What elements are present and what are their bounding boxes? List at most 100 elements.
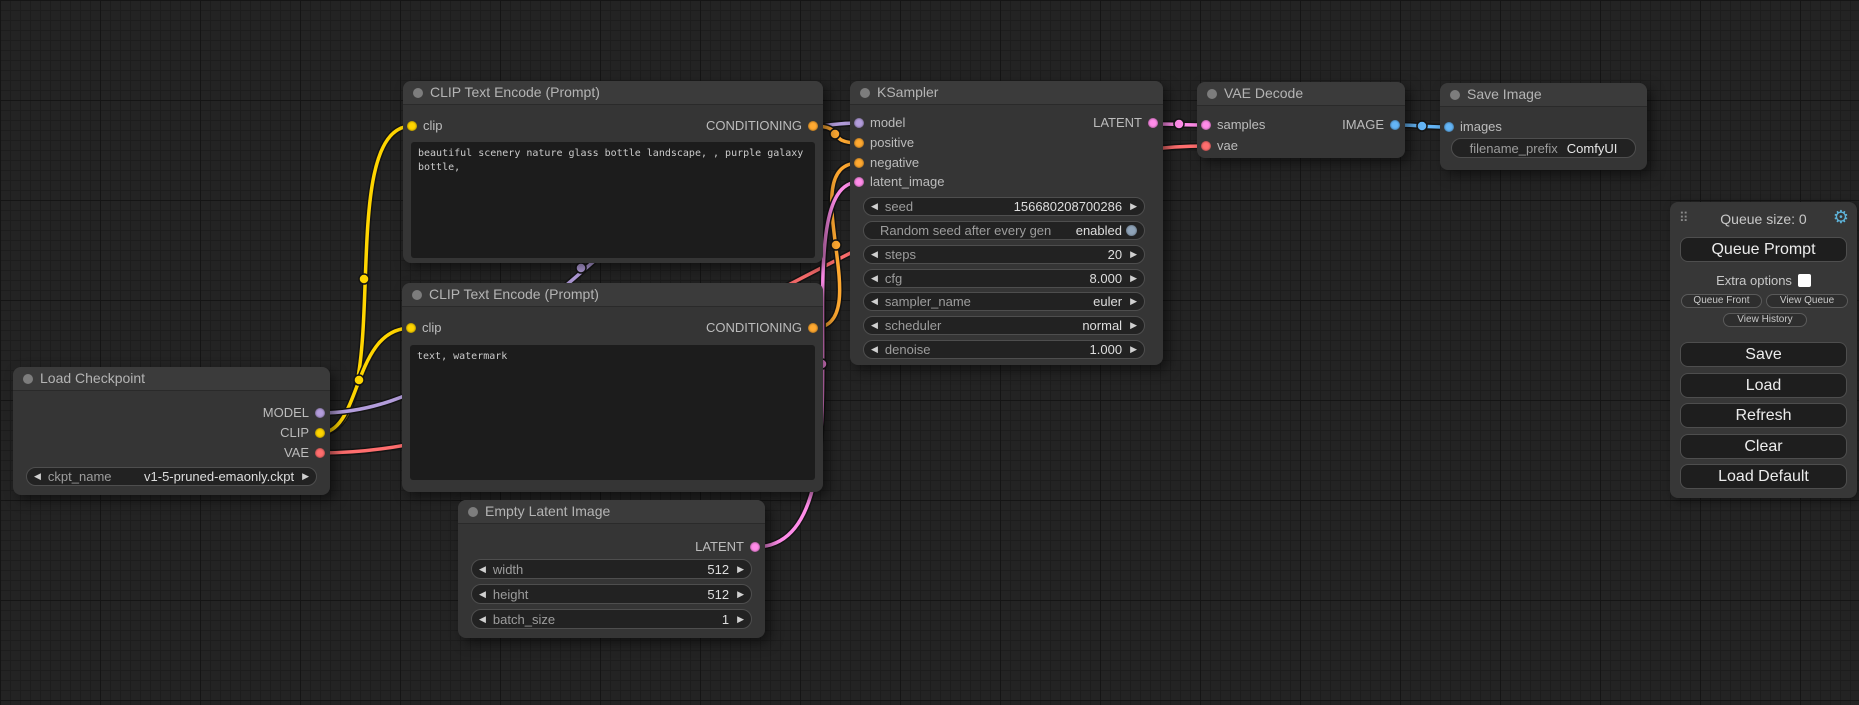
node-save-image[interactable]: Save Image images filename_prefix ComfyU… [1440, 83, 1647, 170]
extra-options-checkbox[interactable] [1798, 274, 1811, 287]
clip-input-port[interactable] [407, 121, 417, 131]
samples-input-port[interactable] [1201, 120, 1211, 130]
collapse-dot-icon[interactable] [468, 507, 478, 517]
increment-arrow-icon[interactable]: ▶ [1130, 250, 1137, 259]
node-load-checkpoint[interactable]: Load Checkpoint MODEL CLIP VAE ◀ ckpt_na… [13, 367, 330, 495]
cfg-widget[interactable]: ◀ cfg 8.000 ▶ [863, 269, 1145, 288]
latent-output-slot: LATENT [458, 539, 765, 555]
random-seed-toggle-widget[interactable]: Random seed after every gen enabled [863, 221, 1145, 240]
widget-value: v1-5-pruned-emaonly.ckpt [144, 469, 294, 484]
node-title: CLIP Text Encode (Prompt) [402, 283, 823, 307]
filename-prefix-widget[interactable]: filename_prefix ComfyUI [1451, 138, 1636, 158]
steps-widget[interactable]: ◀ steps 20 ▶ [863, 245, 1145, 264]
negative-input-port[interactable] [854, 158, 864, 168]
link-midpoint-dot [1174, 119, 1184, 129]
images-input-port[interactable] [1444, 122, 1454, 132]
decrement-arrow-icon[interactable]: ◀ [479, 565, 486, 574]
decrement-arrow-icon[interactable]: ◀ [479, 615, 486, 624]
decrement-arrow-icon[interactable]: ◀ [871, 274, 878, 283]
collapse-dot-icon[interactable] [413, 88, 423, 98]
load-default-button[interactable]: Load Default [1680, 464, 1847, 489]
collapse-dot-icon[interactable] [412, 290, 422, 300]
collapse-dot-icon[interactable] [1207, 89, 1217, 99]
view-history-button[interactable]: View History [1723, 313, 1807, 327]
link-midpoint-dot [831, 240, 841, 250]
node-graph-canvas[interactable]: Load Checkpoint MODEL CLIP VAE ◀ ckpt_na… [0, 0, 1859, 705]
decrement-arrow-icon[interactable]: ◀ [871, 250, 878, 259]
batch-size-widget[interactable]: ◀ batch_size 1 ▶ [471, 609, 752, 629]
model-output-slot: MODEL [13, 405, 330, 421]
gear-icon[interactable]: ⚙ [1833, 208, 1849, 226]
node-title: VAE Decode [1197, 82, 1405, 106]
collapse-dot-icon[interactable] [1450, 90, 1460, 100]
increment-arrow-icon[interactable]: ▶ [1130, 321, 1137, 330]
queue-panel[interactable]: ⠿ Queue size: 0 ⚙ Queue Prompt Extra opt… [1670, 202, 1857, 498]
ckpt-name-widget[interactable]: ◀ ckpt_name v1-5-pruned-emaonly.ckpt ▶ [26, 467, 317, 486]
sampler-name-widget[interactable]: ◀ sampler_name euler ▶ [863, 292, 1145, 311]
toggle-dot-icon[interactable] [1126, 225, 1137, 236]
widget-label: ckpt_name [48, 469, 112, 484]
model-input-port[interactable] [854, 118, 864, 128]
increment-arrow-icon[interactable]: ▶ [1130, 274, 1137, 283]
width-widget[interactable]: ◀ width 512 ▶ [471, 559, 752, 579]
image-output-port[interactable] [1390, 120, 1400, 130]
node-title: Empty Latent Image [458, 500, 765, 524]
wire-clip-to-negative-prompt [320, 328, 411, 433]
clear-button[interactable]: Clear [1680, 434, 1847, 459]
decrement-arrow-icon[interactable]: ◀ [871, 321, 878, 330]
node-clip-text-encode-negative[interactable]: CLIP Text Encode (Prompt) clip CONDITION… [402, 283, 823, 492]
scheduler-widget[interactable]: ◀ scheduler normal ▶ [863, 316, 1145, 335]
decrement-arrow-icon[interactable]: ◀ [34, 472, 41, 481]
increment-arrow-icon[interactable]: ▶ [302, 472, 309, 481]
refresh-button[interactable]: Refresh [1680, 403, 1847, 428]
increment-arrow-icon[interactable]: ▶ [737, 615, 744, 624]
vae-input-port[interactable] [1201, 141, 1211, 151]
increment-arrow-icon[interactable]: ▶ [737, 565, 744, 574]
decrement-arrow-icon[interactable]: ◀ [871, 202, 878, 211]
save-button[interactable]: Save [1680, 342, 1847, 367]
increment-arrow-icon[interactable]: ▶ [737, 590, 744, 599]
clip-output-port[interactable] [315, 428, 325, 438]
latent-output-port[interactable] [750, 542, 760, 552]
link-midpoint-dot [359, 274, 369, 284]
denoise-widget[interactable]: ◀ denoise 1.000 ▶ [863, 340, 1145, 359]
view-queue-button[interactable]: View Queue [1766, 294, 1848, 308]
latent-image-input-slot: latent_image [850, 174, 1163, 190]
node-clip-text-encode-positive[interactable]: CLIP Text Encode (Prompt) clip CONDITION… [403, 81, 823, 263]
positive-input-port[interactable] [854, 138, 864, 148]
node-empty-latent-image[interactable]: Empty Latent Image LATENT ◀ width 512 ▶ … [458, 500, 765, 638]
seed-widget[interactable]: ◀ seed 156680208700286 ▶ [863, 197, 1145, 216]
collapse-dot-icon[interactable] [23, 374, 33, 384]
samples-input-slot: samples IMAGE [1197, 117, 1405, 133]
clip-slot-row: clip CONDITIONING [402, 320, 823, 336]
model-output-port[interactable] [315, 408, 325, 418]
vae-output-port[interactable] [315, 448, 325, 458]
decrement-arrow-icon[interactable]: ◀ [871, 345, 878, 354]
increment-arrow-icon[interactable]: ▶ [1130, 202, 1137, 211]
conditioning-output-port[interactable] [808, 323, 818, 333]
collapse-dot-icon[interactable] [860, 88, 870, 98]
queue-size-label: Queue size: 0 [1670, 211, 1857, 227]
node-title: CLIP Text Encode (Prompt) [403, 81, 823, 105]
negative-input-slot: negative [850, 155, 1163, 171]
height-widget[interactable]: ◀ height 512 ▶ [471, 584, 752, 604]
node-ksampler[interactable]: KSampler model LATENT positive negative … [850, 81, 1163, 365]
positive-prompt-textarea[interactable]: beautiful scenery nature glass bottle la… [411, 142, 815, 258]
latent-output-port[interactable] [1148, 118, 1158, 128]
conditioning-output-port[interactable] [808, 121, 818, 131]
increment-arrow-icon[interactable]: ▶ [1130, 297, 1137, 306]
queue-prompt-button[interactable]: Queue Prompt [1680, 237, 1847, 262]
vae-output-slot: VAE [13, 445, 330, 461]
increment-arrow-icon[interactable]: ▶ [1130, 345, 1137, 354]
load-button[interactable]: Load [1680, 373, 1847, 398]
extra-options-row: Extra options [1670, 274, 1857, 288]
latent-image-input-port[interactable] [854, 177, 864, 187]
node-vae-decode[interactable]: VAE Decode samples IMAGE vae [1197, 82, 1405, 158]
queue-front-button[interactable]: Queue Front [1681, 294, 1762, 308]
decrement-arrow-icon[interactable]: ◀ [479, 590, 486, 599]
decrement-arrow-icon[interactable]: ◀ [871, 297, 878, 306]
negative-prompt-textarea[interactable]: text, watermark [410, 345, 815, 480]
model-input-slot: model LATENT [850, 115, 1163, 131]
clip-output-slot: CLIP [13, 425, 330, 441]
clip-input-port[interactable] [406, 323, 416, 333]
